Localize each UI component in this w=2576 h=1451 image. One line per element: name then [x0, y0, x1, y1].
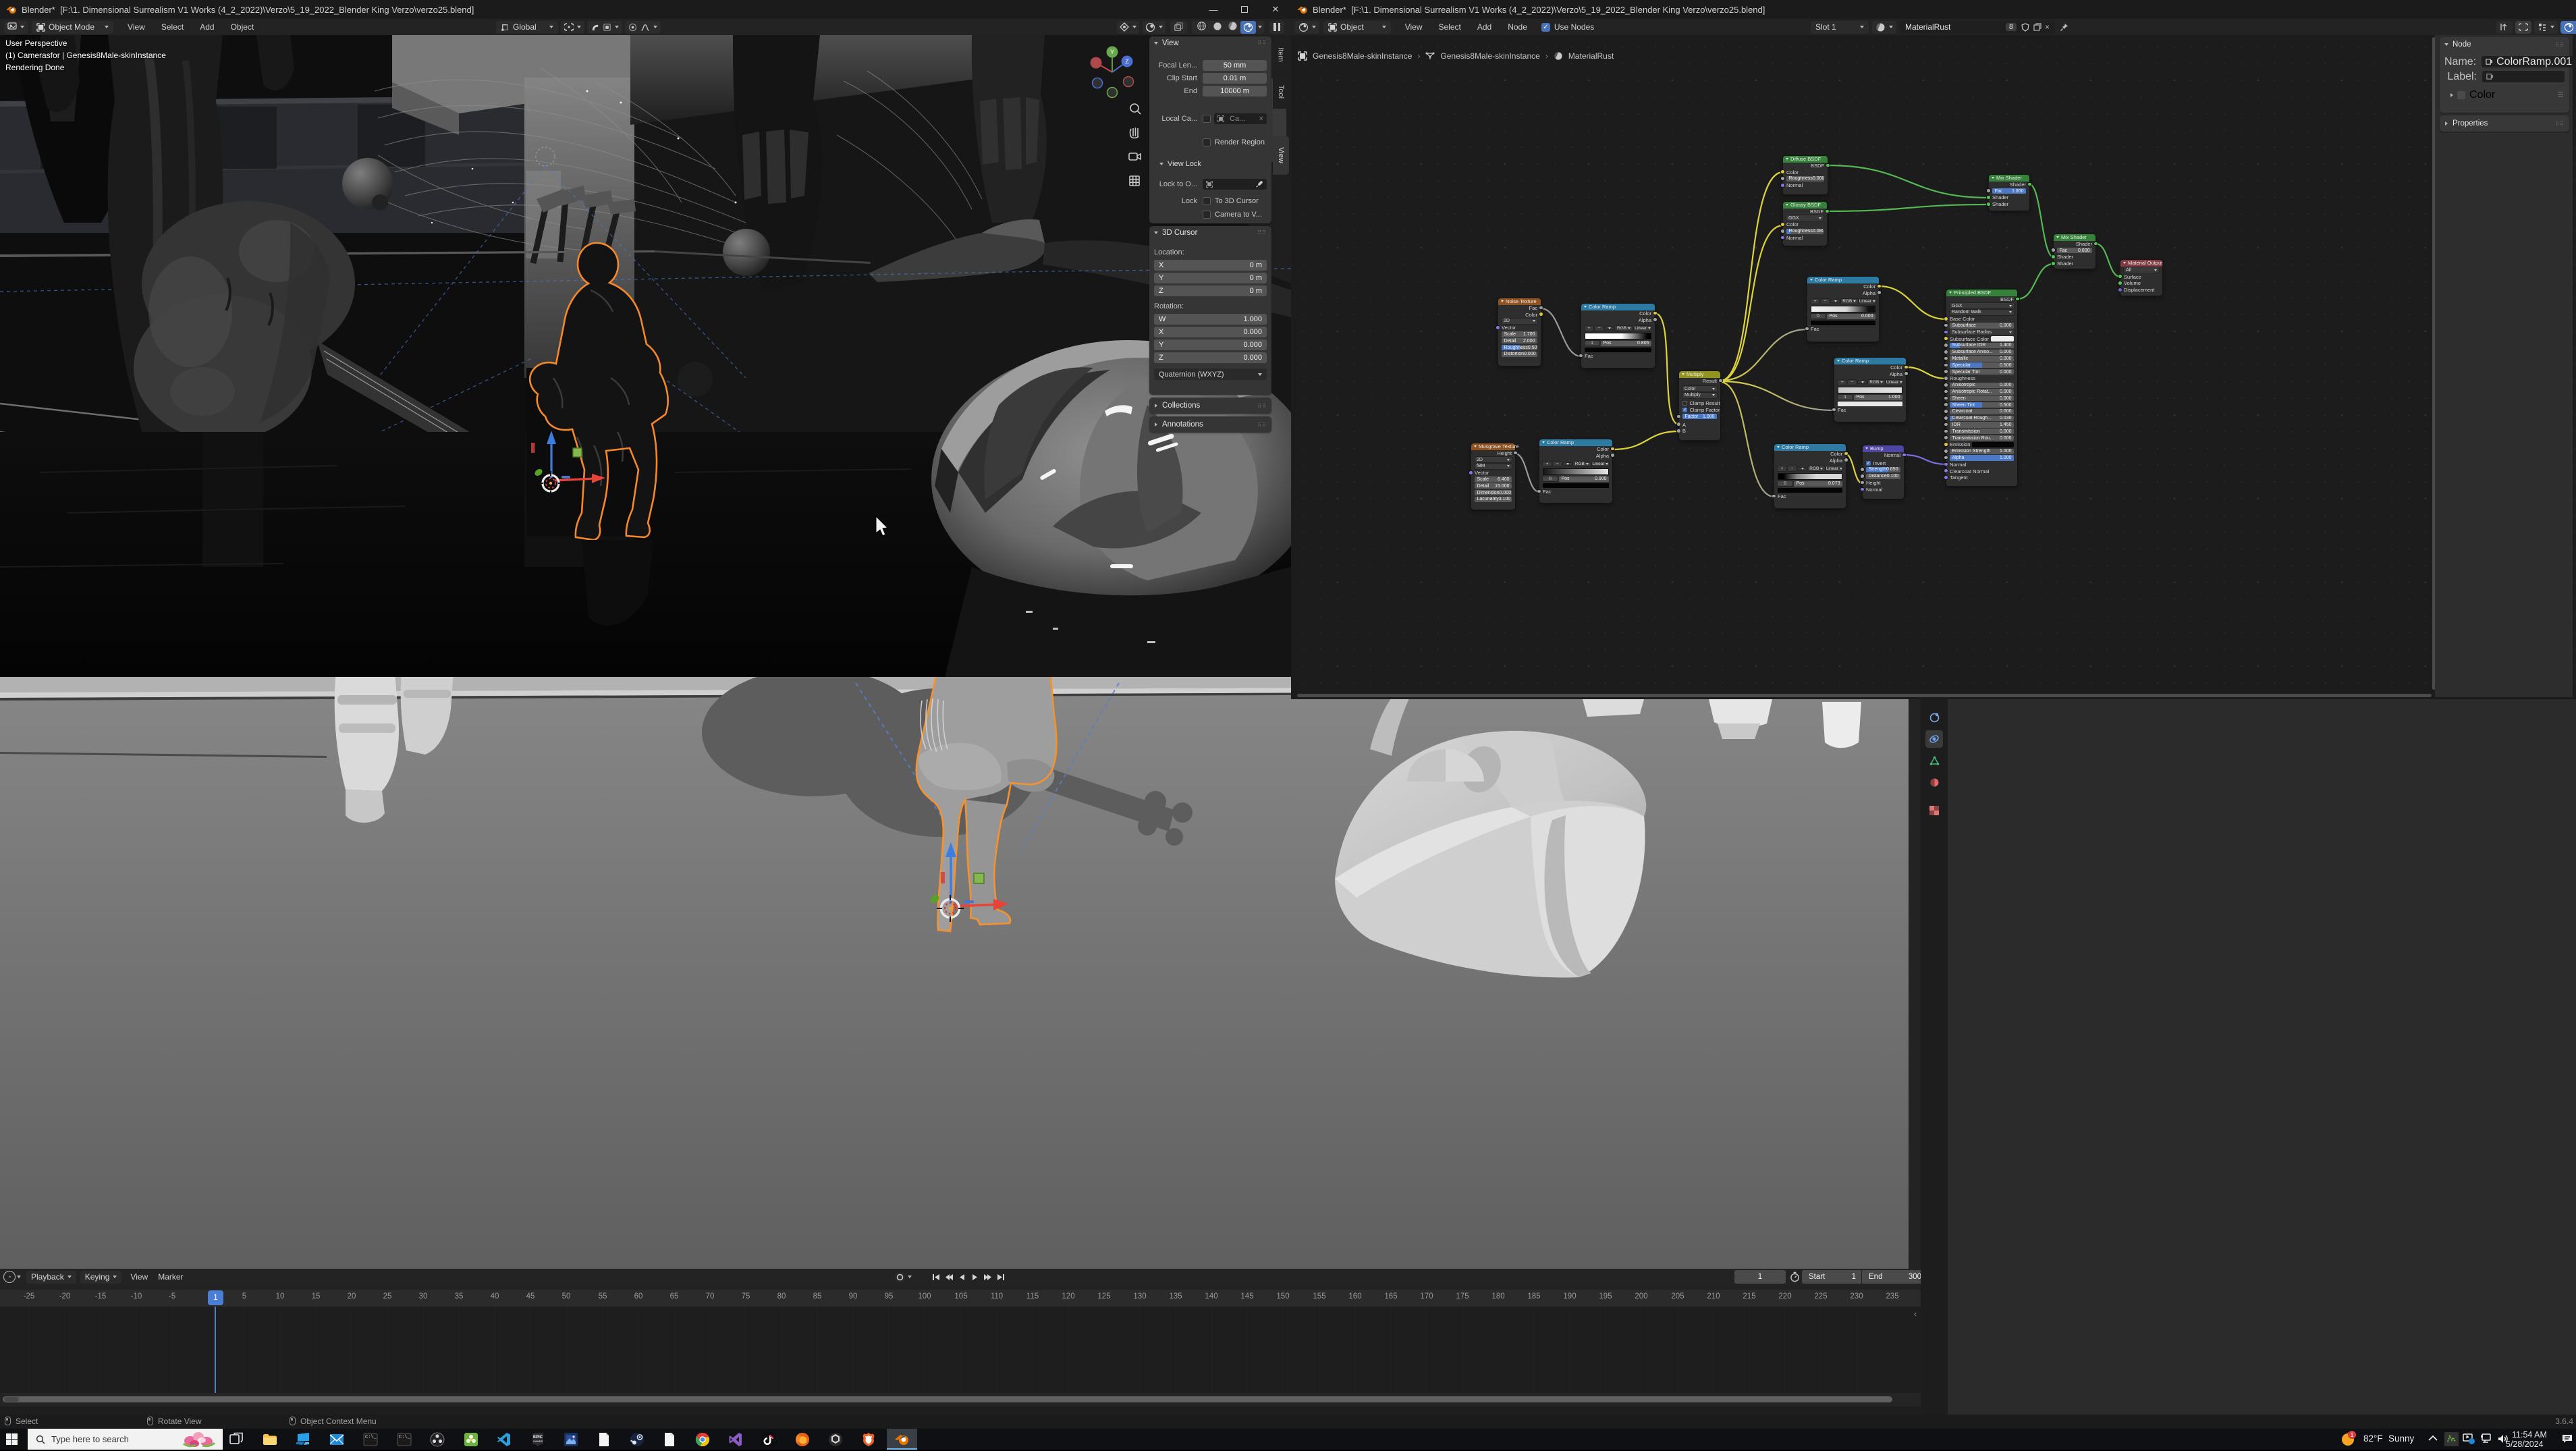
- svg-text:Y: Y: [1110, 49, 1114, 55]
- svg-text:1: 1: [2350, 1431, 2353, 1438]
- svg-text:Z: Z: [1125, 58, 1129, 65]
- svg-text:C:\_: C:\_: [365, 1435, 377, 1440]
- svg-text:C:\_: C:\_: [399, 1435, 411, 1440]
- svg-text:GAMES: GAMES: [532, 1440, 543, 1443]
